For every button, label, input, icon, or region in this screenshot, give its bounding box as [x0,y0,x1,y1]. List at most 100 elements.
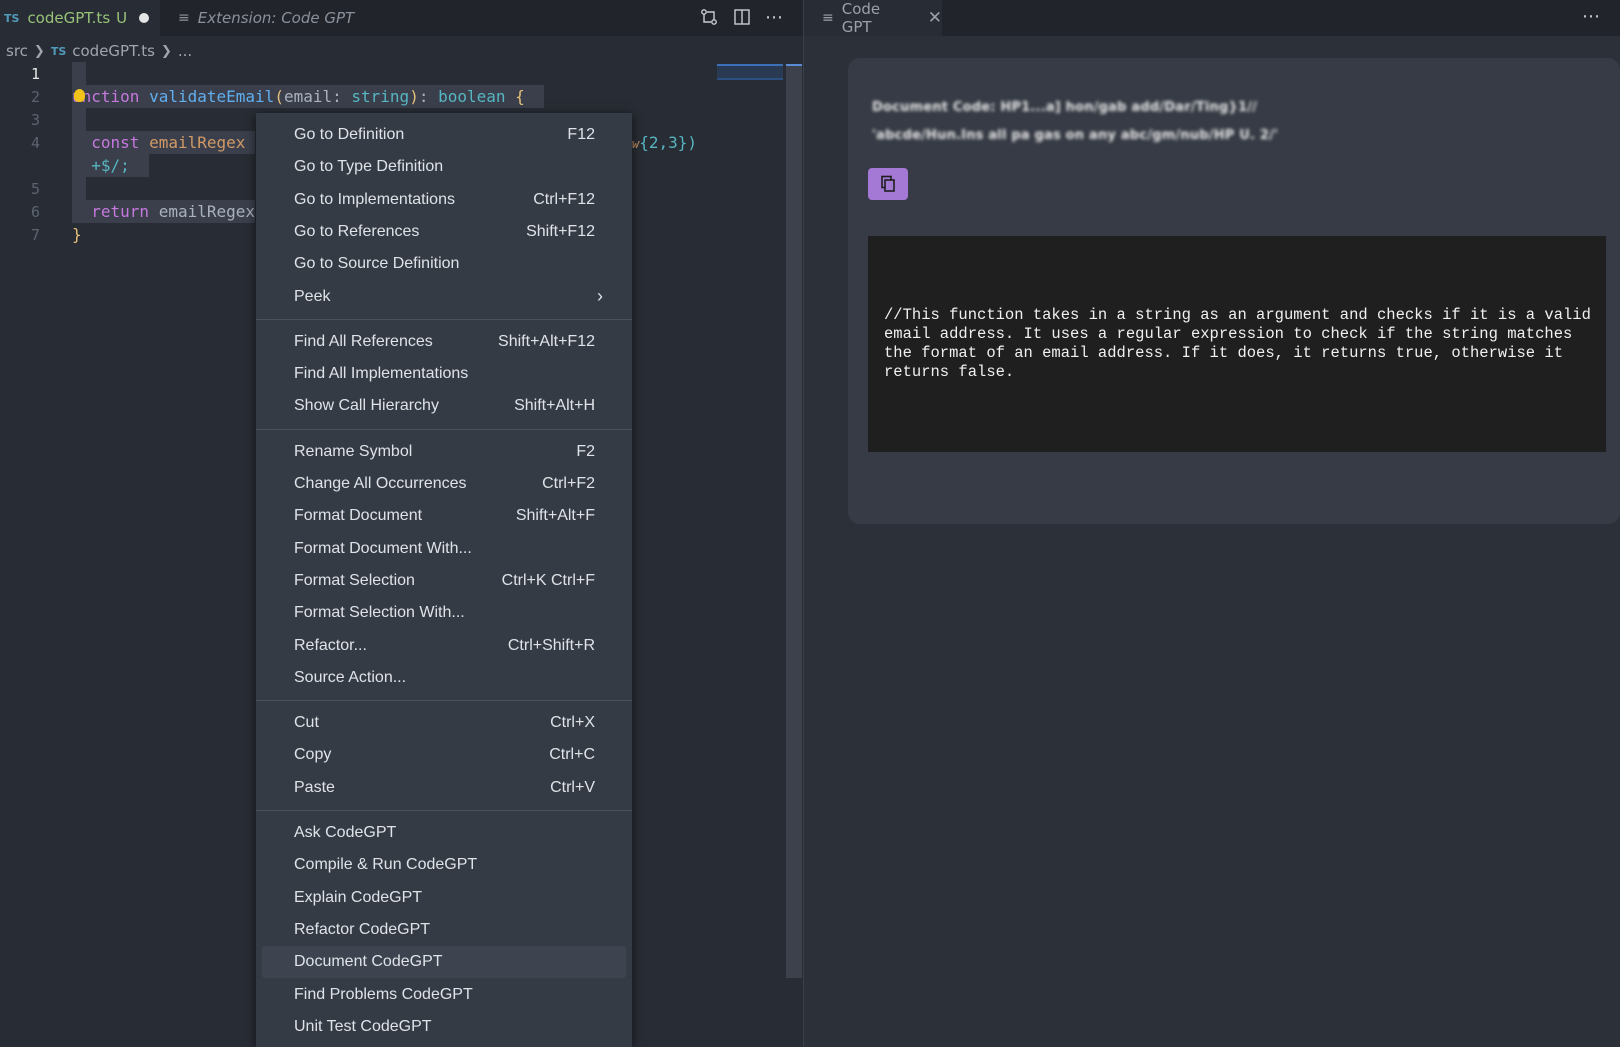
menu-item-find-all-references[interactable]: Find All References Shift+Alt+F12 [262,326,626,358]
scrollbar-indicator [786,64,802,66]
code-gpt-panel: ≡ Code GPT ✕ ⋯ Document Code: HP1...a] h… [804,0,1620,1047]
menu-item-shortcut: F2 [576,442,595,460]
menu-item-ask-codegpt[interactable]: Ask CodeGPT [262,817,626,849]
menu-item-shortcut: F12 [567,126,595,143]
menu-item-label: Go to Type Definition [294,158,444,176]
minimap[interactable] [717,64,783,80]
menu-item-label: Format Document With... [294,539,472,557]
line-number: 5 [30,180,40,198]
tab-code-gpt[interactable]: ≡ Code GPT ✕ [804,0,942,36]
code-line-5 [72,177,86,200]
code-line-4-tail: w{2,3}) [632,133,698,152]
more-actions-icon[interactable]: ⋯ [761,4,787,30]
git-status-badge: U [116,9,128,27]
menu-item-label: Change All Occurrences [294,475,467,492]
menu-item-go-to-type-definition[interactable]: Go to Type Definition [262,151,626,183]
menu-item-label: Go to Definition [294,126,405,143]
close-icon[interactable]: ✕ [928,8,942,28]
menu-item-cut[interactable]: Cut Ctrl+X [262,707,626,739]
compare-icon[interactable] [696,4,722,30]
menu-item-label: Format Selection [294,571,415,589]
menu-item-explain-codegpt[interactable]: Explain CodeGPT [262,882,626,914]
split-editor-icon[interactable] [729,4,755,30]
tab-extension-code-gpt[interactable]: ≡ Extension: Code GPT [160,0,378,36]
menu-separator [256,318,632,320]
menu-item-rename-symbol[interactable]: Rename Symbol F2 [262,436,626,468]
menu-item-shortcut: Ctrl+C [549,746,595,764]
code-line-2: unction validateEmail(email: string): bo… [72,85,545,108]
menu-item-format-document[interactable]: Format Document Shift+Alt+F [262,500,626,532]
menu-item-source-action[interactable]: Source Action... [262,662,626,694]
menu-item-format-selection[interactable]: Format Selection Ctrl+K Ctrl+F [262,565,626,597]
menu-item-refactor[interactable]: Refactor... Ctrl+Shift+R [262,630,626,662]
copy-button[interactable] [868,168,908,200]
prompt-text-line-1: Document Code: HP1...a] hon/gab add/Dar/… [872,100,1258,115]
menu-item-compile-run-codegpt[interactable]: Compile & Run CodeGPT [262,849,626,881]
menu-item-find-all-implementations[interactable]: Find All Implementations [262,358,626,390]
menu-item-shortcut: Ctrl+F2 [542,475,595,492]
menu-item-shortcut: Ctrl+V [550,778,595,796]
menu-item-shortcut: Ctrl+X [550,714,595,732]
menu-item-format-document-with[interactable]: Format Document With... [262,533,626,565]
breadcrumb-symbol[interactable]: ... [178,42,192,60]
output-code-block: //This function takes in a string as an … [868,236,1606,452]
menu-item-shortcut: Shift+Alt+F12 [498,332,595,350]
menu-item-document-codegpt[interactable]: Document CodeGPT [262,946,626,979]
breadcrumb-file[interactable]: codeGPT.ts [72,42,155,60]
file-lines-icon: ≡ [822,10,834,26]
lightbulb-icon[interactable] [74,89,85,102]
menu-item-label: Go to Implementations [294,190,455,208]
menu-item-label: Cut [294,714,319,732]
copy-icon [881,175,895,192]
menu-separator [256,810,632,811]
menu-item-label: Go to References [294,222,420,240]
menu-item-label: Compile & Run CodeGPT [294,856,478,874]
vertical-scrollbar[interactable] [786,64,802,978]
line-number: 4 [30,134,40,152]
tab-label: codeGPT.ts [27,9,111,27]
menu-item-paste[interactable]: Paste Ctrl+V [262,772,626,804]
chevron-right-icon: ❯ [160,43,172,59]
code-line-6: return emailRegex [72,200,256,223]
breadcrumb-folder[interactable]: src [6,42,28,60]
menu-item-refactor-codegpt[interactable]: Refactor CodeGPT [262,914,626,946]
prompt-text-line-2: 'abcde/Hun.Ins all pa gas on any abc/gm/… [872,128,1279,143]
typescript-icon: TS [50,44,67,58]
menu-item-label: Find All Implementations [294,365,469,383]
code-line-1 [72,62,86,85]
menu-item-show-call-hierarchy[interactable]: Show Call Hierarchy Shift+Alt+H [262,390,626,422]
menu-item-label: Format Document [294,507,423,525]
tab-label: Extension: Code GPT [197,9,355,27]
menu-item-go-to-definition[interactable]: Go to Definition F12 [262,119,626,151]
menu-item-label: Format Selection With... [294,604,465,622]
menu-item-label: Find All References [294,332,433,350]
menu-item-label: Go to Source Definition [294,255,460,273]
menu-item-go-to-source-definition[interactable]: Go to Source Definition [262,248,626,280]
breadcrumb: src ❯ TS codeGPT.ts ❯ ... [6,38,192,64]
menu-item-go-to-implementations[interactable]: Go to Implementations Ctrl+F12 [262,184,626,216]
menu-item-shortcut: Ctrl+F12 [533,190,595,208]
menu-item-label: Paste [294,778,335,796]
menu-item-unit-test-codegpt[interactable]: Unit Test CodeGPT [262,1011,626,1043]
line-number: 3 [30,111,40,129]
menu-item-go-to-references[interactable]: Go to References Shift+F12 [262,216,626,248]
chevron-right-icon: ❯ [33,43,45,59]
tab-codegpt-ts[interactable]: TS codeGPT.ts U [0,0,160,36]
line-number: 2 [30,88,40,106]
unsaved-dot-icon[interactable] [139,13,150,23]
file-lines-icon: ≡ [178,10,190,26]
menu-item-label: Unit Test CodeGPT [294,1017,432,1035]
menu-separator [256,700,632,702]
context-menu: Go to Definition F12 Go to Type Definition… [256,113,632,1047]
menu-item-label: Refactor... [294,636,367,654]
menu-item-shortcut: Shift+Alt+H [514,397,595,415]
code-line-7: } [72,225,82,244]
menu-item-peek[interactable]: Peek › [262,281,626,313]
menu-item-shortcut: Shift+Alt+F [515,507,595,525]
menu-item-find-problems-codegpt[interactable]: Find Problems CodeGPT [262,979,626,1011]
menu-item-format-selection-with[interactable]: Format Selection With... [262,597,626,629]
menu-item-change-all-occurrences[interactable]: Change All Occurrences Ctrl+F2 [262,468,626,500]
editor-tab-bar: TS codeGPT.ts U ≡ Extension: Code GPT ⋯ [0,0,803,36]
menu-item-copy[interactable]: Copy Ctrl+C [262,739,626,771]
more-actions-icon[interactable]: ⋯ [1582,6,1600,27]
